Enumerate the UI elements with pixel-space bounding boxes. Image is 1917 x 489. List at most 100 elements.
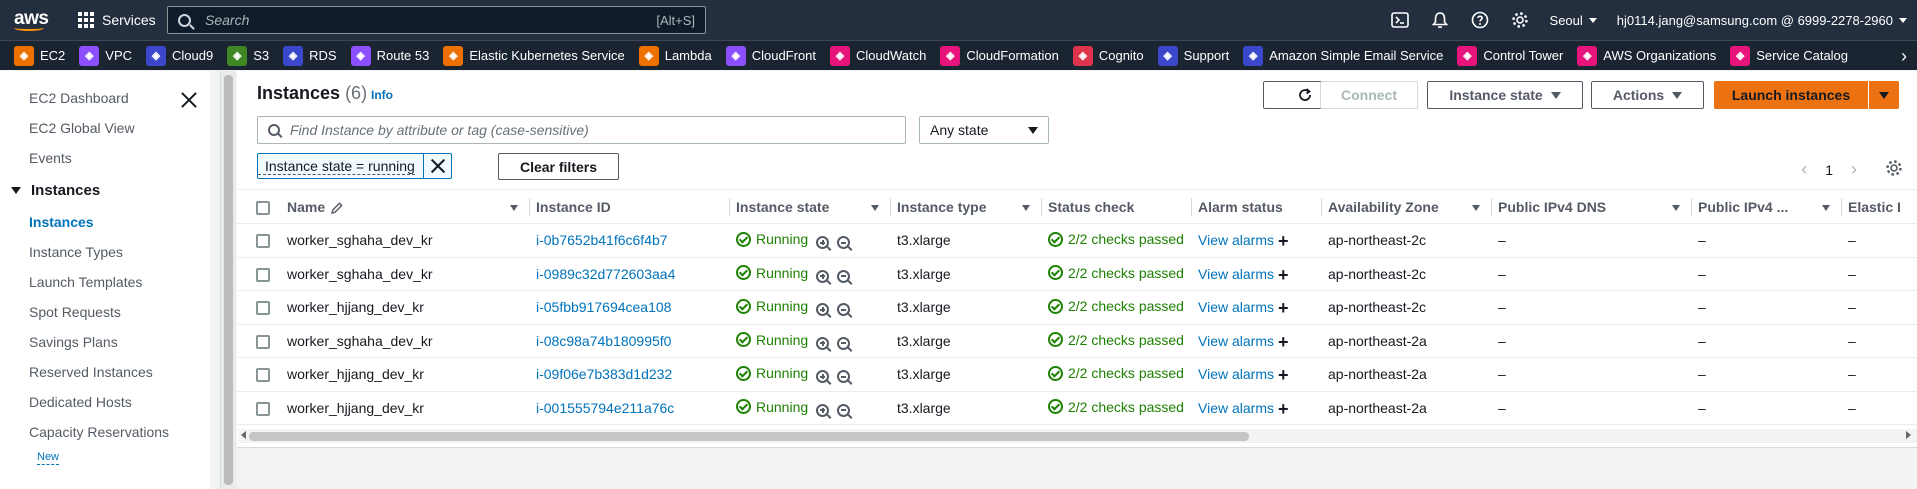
- view-alarms-link[interactable]: View alarms: [1198, 299, 1274, 315]
- add-alarm-icon[interactable]: +: [1278, 366, 1289, 384]
- select-all-checkbox[interactable]: [256, 200, 270, 215]
- instance-state-button[interactable]: Instance state: [1427, 81, 1583, 109]
- scroll-right-icon[interactable]: [1906, 431, 1911, 439]
- instance-id-link[interactable]: i-0989c32d772603aa4: [536, 266, 675, 282]
- instance-search-field[interactable]: [257, 116, 906, 144]
- view-alarms-link[interactable]: View alarms: [1198, 266, 1274, 282]
- launch-instances-dropdown[interactable]: [1869, 81, 1899, 109]
- zoom-out-icon[interactable]: [837, 336, 851, 350]
- view-alarms-link[interactable]: View alarms: [1198, 333, 1274, 349]
- favorite-elastic-kubernetes-service[interactable]: ◈ Elastic Kubernetes Service: [443, 45, 625, 66]
- table-horizontal-scrollbar[interactable]: [239, 429, 1917, 443]
- scrollbar-thumb[interactable]: [224, 75, 233, 485]
- settings-gear-icon[interactable]: [1500, 0, 1540, 40]
- sidebar-item-capacity-reservations[interactable]: Capacity Reservations: [0, 417, 210, 447]
- column-header-public-ipv4[interactable]: Public IPv4 ...: [1692, 189, 1842, 224]
- column-header-status-check[interactable]: Status check: [1042, 189, 1192, 224]
- sidebar-item-ec2-dashboard[interactable]: EC2 Dashboard: [0, 83, 210, 113]
- chevron-right-icon[interactable]: ›: [1851, 159, 1857, 180]
- instance-id-link[interactable]: i-09f06e7b383d1d232: [536, 366, 672, 382]
- notifications-bell-icon[interactable]: [1420, 0, 1460, 40]
- chevron-left-icon[interactable]: ‹: [1801, 159, 1807, 180]
- column-header-availability-zone[interactable]: Availability Zone: [1322, 189, 1492, 224]
- actions-button[interactable]: Actions: [1591, 81, 1704, 109]
- row-checkbox[interactable]: [256, 267, 270, 282]
- sidebar-item-savings-plans[interactable]: Savings Plans: [0, 327, 210, 357]
- sort-caret-icon[interactable]: [1822, 205, 1830, 211]
- favorite-vpc[interactable]: ◈ VPC: [79, 45, 132, 66]
- view-alarms-link[interactable]: View alarms: [1198, 366, 1274, 382]
- table-settings-gear-icon[interactable]: [1885, 159, 1903, 177]
- scrollbar-thumb[interactable]: [249, 432, 1249, 441]
- favorite-rds[interactable]: ◈ RDS: [283, 45, 337, 66]
- favorite-route-53[interactable]: ◈ Route 53: [350, 45, 429, 66]
- sidebar-item-events[interactable]: Events: [0, 143, 210, 173]
- column-header-instance-state[interactable]: Instance state: [730, 189, 891, 224]
- zoom-in-icon[interactable]: [816, 236, 830, 250]
- favorite-cognito[interactable]: ◈ Cognito: [1072, 45, 1144, 66]
- table-row[interactable]: worker_sghaha_dev_kr i-0989c32d772603aa4 R…: [237, 257, 1917, 291]
- clear-filters-button[interactable]: Clear filters: [498, 153, 619, 180]
- sort-caret-icon[interactable]: [510, 205, 518, 211]
- page-number[interactable]: 1: [1825, 162, 1833, 178]
- account-menu[interactable]: hj0114.jang@samsung.com @ 6999-2278-2960: [1607, 13, 1917, 28]
- aws-logo[interactable]: aws: [0, 9, 62, 31]
- sidebar-item-reserved-instances[interactable]: Reserved Instances: [0, 357, 210, 387]
- favorite-service-catalog[interactable]: ◈ Service Catalog: [1730, 45, 1848, 66]
- row-checkbox[interactable]: [256, 368, 270, 383]
- add-alarm-icon[interactable]: +: [1278, 232, 1289, 250]
- filter-token-label[interactable]: Instance state = running: [258, 158, 415, 175]
- table-row[interactable]: worker_sghaha_dev_kr i-0b7652b41f6c6f4b7 R…: [237, 223, 1917, 258]
- row-checkbox[interactable]: [256, 301, 270, 316]
- info-link[interactable]: Info: [371, 88, 393, 102]
- scroll-left-icon[interactable]: [241, 431, 246, 439]
- services-menu-button[interactable]: Services: [78, 12, 156, 28]
- favorite-lambda[interactable]: ◈ Lambda: [638, 45, 712, 66]
- favorite-amazon-simple-email-service[interactable]: ◈ Amazon Simple Email Service: [1243, 45, 1443, 66]
- sidebar-item-instances[interactable]: Instances: [0, 207, 210, 237]
- zoom-out-icon[interactable]: [837, 303, 851, 317]
- table-row[interactable]: worker_hjjang_dev_kr i-05fbb917694cea108 R…: [237, 290, 1917, 325]
- favorite-s3[interactable]: ◈ S3: [227, 45, 269, 66]
- favorite-ec2[interactable]: ◈ EC2: [14, 45, 65, 66]
- launch-instances-button[interactable]: Launch instances: [1714, 81, 1868, 109]
- row-checkbox[interactable]: [256, 334, 270, 349]
- sidebar-item-dedicated-hosts[interactable]: Dedicated Hosts: [0, 387, 210, 417]
- favorite-control-tower[interactable]: ◈ Control Tower: [1457, 45, 1563, 66]
- add-alarm-icon[interactable]: +: [1278, 266, 1289, 284]
- column-header-instance-id[interactable]: Instance ID: [530, 189, 730, 224]
- add-alarm-icon[interactable]: +: [1278, 400, 1289, 418]
- zoom-out-icon[interactable]: [837, 236, 851, 250]
- cloudshell-icon[interactable]: [1380, 0, 1420, 40]
- sidebar-scrollbar[interactable]: [220, 71, 236, 489]
- sort-caret-icon[interactable]: [1672, 205, 1680, 211]
- remove-filter-icon[interactable]: [422, 153, 451, 179]
- sidebar-item-launch-templates[interactable]: Launch Templates: [0, 267, 210, 297]
- column-header-alarm-status[interactable]: Alarm status: [1192, 189, 1322, 224]
- sidebar-item-spot-requests[interactable]: Spot Requests: [0, 297, 210, 327]
- favorite-cloud9[interactable]: ◈ Cloud9: [146, 45, 213, 66]
- zoom-in-icon[interactable]: [816, 336, 830, 350]
- global-search-input[interactable]: [205, 12, 625, 28]
- instance-id-link[interactable]: i-0b7652b41f6c6f4b7: [536, 232, 668, 248]
- connect-button[interactable]: Connect: [1320, 81, 1418, 109]
- sidebar-section-instances[interactable]: Instances: [0, 173, 210, 207]
- favorite-cloudfront[interactable]: ◈ CloudFront: [725, 45, 816, 66]
- column-header-name[interactable]: Name: [281, 189, 530, 224]
- zoom-in-icon[interactable]: [816, 269, 830, 283]
- instance-search-input[interactable]: [290, 122, 890, 138]
- sort-caret-icon[interactable]: [1022, 205, 1030, 211]
- instance-id-link[interactable]: i-05fbb917694cea108: [536, 299, 671, 315]
- zoom-out-icon[interactable]: [837, 269, 851, 283]
- view-alarms-link[interactable]: View alarms: [1198, 400, 1274, 416]
- instance-id-link[interactable]: i-001555794e211a76c: [536, 400, 674, 416]
- column-header-public-dns[interactable]: Public IPv4 DNS: [1492, 189, 1692, 224]
- table-row[interactable]: worker_sghaha_dev_kr i-08c98a74b180995f0 R…: [237, 324, 1917, 358]
- column-header-elastic-ip[interactable]: Elastic I: [1842, 189, 1917, 224]
- state-filter-select[interactable]: Any state: [919, 116, 1049, 144]
- favorite-cloudformation[interactable]: ◈ CloudFormation: [940, 45, 1059, 66]
- zoom-out-icon[interactable]: [837, 403, 851, 417]
- region-selector[interactable]: Seoul: [1540, 13, 1607, 28]
- row-checkbox[interactable]: [256, 234, 270, 249]
- table-row[interactable]: worker_hjjang_dev_kr i-001555794e211a76c R…: [237, 391, 1917, 425]
